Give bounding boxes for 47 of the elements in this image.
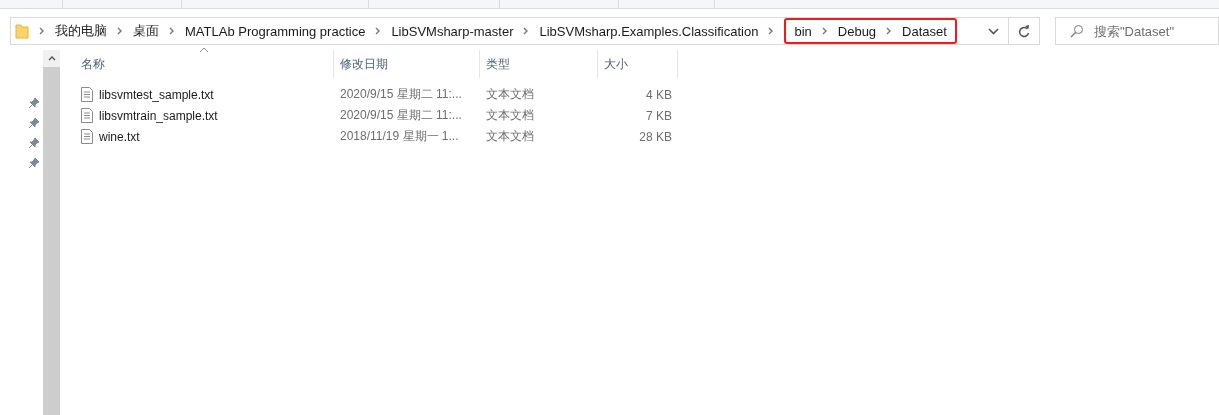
folder-icon <box>15 23 29 39</box>
scrollbar[interactable] <box>43 50 60 415</box>
chevron-icon <box>821 27 828 35</box>
breadcrumb-item[interactable]: MATLAb Programming practice <box>185 23 366 39</box>
chevron-icon <box>886 27 893 35</box>
chevron-icon <box>169 27 175 35</box>
address-bar[interactable]: 我的电脑 桌面 MATLAb Programming practice LibSVMsharp-master LibSVMsharp.Examples.Classification bin Debug Dataset <box>10 17 1040 45</box>
pin-icon[interactable] <box>29 158 39 168</box>
file-type: 文本文档 <box>486 86 534 103</box>
chevron-icon <box>375 27 382 35</box>
text-file-icon <box>81 129 93 144</box>
breadcrumb-item[interactable]: 桌面 <box>133 22 159 40</box>
chevron-icon <box>523 27 530 35</box>
file-name[interactable]: libsvmtrain_sample.txt <box>99 108 218 123</box>
file-date: 2020/9/15 星期二 11:... <box>340 86 462 103</box>
file-date: 2018/11/19 星期一 1... <box>340 128 459 145</box>
file-date: 2020/9/15 星期二 11:... <box>340 107 462 124</box>
search-field[interactable]: 搜索"Dataset" <box>1055 17 1219 45</box>
file-size: 7 KB <box>646 108 672 123</box>
file-size: 28 KB <box>639 129 672 144</box>
pin-icon[interactable] <box>29 138 39 148</box>
breadcrumb-item[interactable]: Dataset <box>902 23 947 39</box>
search-icon <box>1070 24 1084 38</box>
chevron-icon <box>39 27 45 35</box>
column-header[interactable]: 名称 <box>75 50 334 78</box>
breadcrumb-item[interactable]: Debug <box>837 23 877 39</box>
column-header[interactable]: 类型 <box>480 50 598 78</box>
breadcrumb-item[interactable]: LibSVMsharp-master <box>391 23 514 39</box>
file-type: 文本文档 <box>486 107 534 124</box>
text-file-icon <box>81 108 93 123</box>
breadcrumb-item[interactable]: bin <box>794 23 812 39</box>
pin-icon[interactable] <box>29 118 39 128</box>
text-file-icon <box>81 87 93 102</box>
file-size: 4 KB <box>646 87 672 102</box>
refresh-icon[interactable] <box>1018 24 1030 38</box>
breadcrumb-item[interactable]: 我的电脑 <box>55 22 107 40</box>
breadcrumb-item[interactable]: LibSVMsharp.Examples.Classification <box>539 23 759 39</box>
chevron-icon <box>117 27 123 35</box>
scroll-up-icon[interactable] <box>47 56 56 61</box>
file-name[interactable]: libsvmtest_sample.txt <box>99 87 214 102</box>
pin-icon[interactable] <box>29 98 39 108</box>
column-header[interactable]: 修改日期 <box>334 50 480 78</box>
dropdown-icon[interactable] <box>987 27 999 35</box>
file-name[interactable]: wine.txt <box>99 129 140 144</box>
chevron-icon <box>768 27 775 35</box>
file-type: 文本文档 <box>486 128 534 145</box>
column-header[interactable]: 大小 <box>598 50 678 78</box>
